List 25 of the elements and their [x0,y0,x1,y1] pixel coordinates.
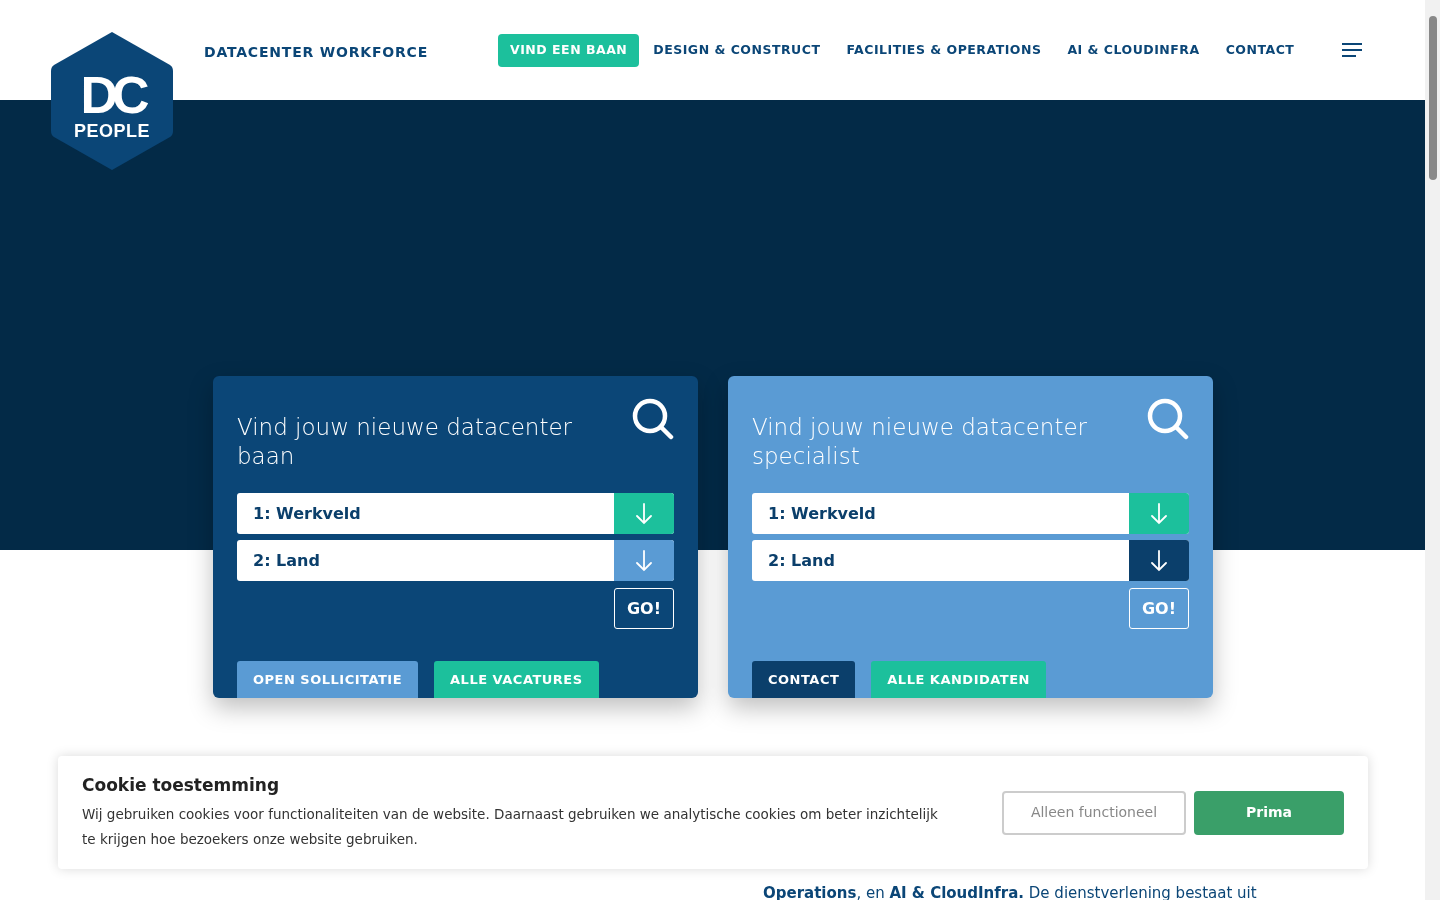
dropdown-button[interactable] [1129,540,1189,581]
site-tagline: DATACENTER WORKFORCE [204,43,429,62]
arrow-down-icon [636,502,652,525]
go-button[interactable]: GO! [614,588,674,629]
card-title: Vind jouw nieuwe datacenter specialist [752,413,1089,471]
arrow-down-icon [1151,549,1167,572]
scrollbar[interactable] [1425,0,1440,900]
arrow-down-icon [636,549,652,572]
decline-button[interactable]: Alleen functioneel [1002,790,1186,835]
card-title: Vind jouw nieuwe datacenter baan [237,413,574,471]
nav-link[interactable]: DESIGN & CONSTRUCT [641,34,833,67]
cookie-title: Cookie toestemming [82,773,281,797]
search-icon [1147,398,1189,440]
cookie-text: Wij gebruiken cookies voor functionaliteiten van de website. Daarnaast gebruiken we analytische cookies om beter inzichtelijk te krijgen hoe bezoekers onze website gebruiken. [82,805,939,850]
select-field[interactable]: 2: Land [752,540,1189,581]
select-field[interactable]: 1: Werkveld [752,493,1189,534]
search-icon [632,398,674,440]
select-field[interactable]: 1: Werkveld [237,493,674,534]
card-link-button[interactable]: CONTACT [752,661,856,698]
nav-link[interactable]: CONTACT [1213,34,1307,67]
nav-link[interactable]: AI & CLOUDINFRA [1055,34,1212,67]
menu-icon[interactable] [1341,42,1363,58]
select-field[interactable]: 2: Land [237,540,674,581]
arrow-down-icon [1151,502,1167,525]
nav-link[interactable]: FACILITIES & OPERATIONS [834,34,1054,67]
